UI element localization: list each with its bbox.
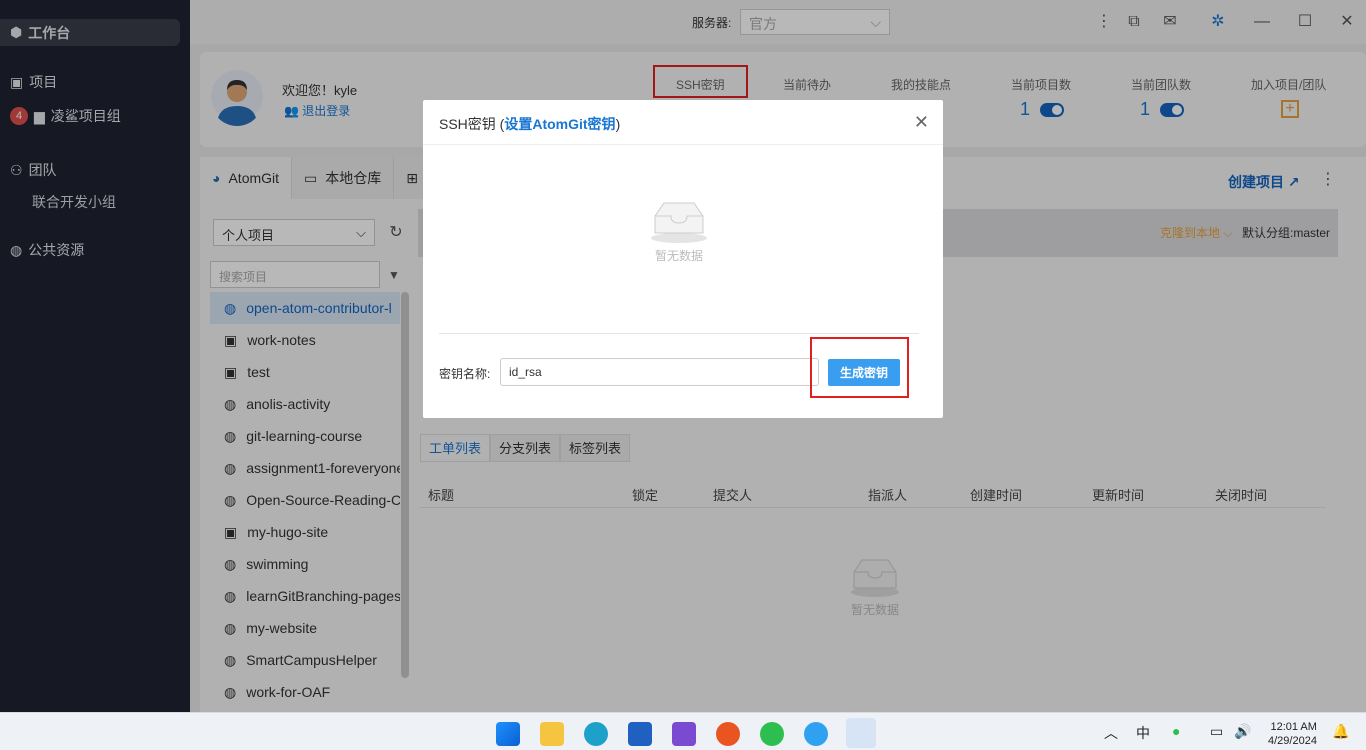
chevron-up-icon[interactable]: ︿ <box>1104 723 1118 743</box>
app-icon[interactable] <box>846 718 876 748</box>
store-icon[interactable] <box>628 722 652 746</box>
highlight-box <box>810 337 909 398</box>
modal-divider <box>423 144 943 145</box>
notification-bell-icon[interactable]: 🔔 <box>1332 723 1349 740</box>
modal-title: SSH密钥 (设置AtomGit密钥) <box>439 114 620 134</box>
file-explorer-icon[interactable] <box>540 722 564 746</box>
edge-icon[interactable] <box>584 722 608 746</box>
modal-title-text: SSH密钥 ( <box>439 116 505 132</box>
modal-empty: 暂无数据 <box>647 200 711 264</box>
network-tray-icon[interactable]: ▭ <box>1210 723 1223 740</box>
clock-date: 4/29/2024 <box>1268 735 1317 747</box>
empty-box-icon <box>651 202 707 243</box>
modal-title-end: ) <box>615 116 621 132</box>
key-name-input[interactable]: id_rsa <box>500 358 819 386</box>
close-icon[interactable]: ✕ <box>914 112 929 133</box>
clock-time: 12:01 AM <box>1270 721 1317 733</box>
ubuntu-icon[interactable] <box>716 722 740 746</box>
chat-icon[interactable] <box>804 722 828 746</box>
windows-start-icon[interactable] <box>496 722 520 746</box>
key-name-label: 密钥名称: <box>439 367 491 381</box>
empty-text: 暂无数据 <box>654 249 703 263</box>
clock[interactable]: 12:01 AM 4/29/2024 <box>1268 720 1317 748</box>
taskbar: ︿ 中 ● ▭ 🔊 12:01 AM 4/29/2024 🔔 <box>0 712 1366 750</box>
volume-icon[interactable]: 🔊 <box>1234 723 1251 740</box>
wechat-tray-icon[interactable]: ● <box>1172 723 1180 739</box>
wechat-icon[interactable] <box>760 722 784 746</box>
ime-indicator[interactable]: 中 <box>1136 723 1150 743</box>
modal-divider-2 <box>439 333 919 334</box>
set-atomgit-key-link[interactable]: 设置AtomGit密钥 <box>504 116 615 132</box>
visual-studio-icon[interactable] <box>672 722 696 746</box>
